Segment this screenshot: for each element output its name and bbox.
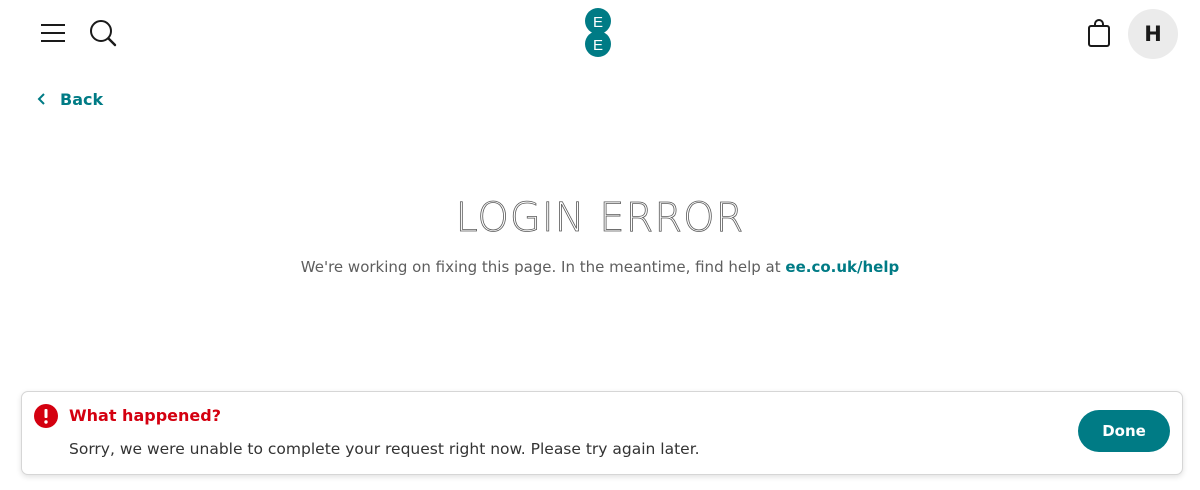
- help-link[interactable]: ee.co.uk/help: [785, 258, 899, 276]
- logo-letter-top: E: [593, 14, 603, 31]
- notification-message: Sorry, we were unable to complete your r…: [69, 440, 700, 458]
- menu-button[interactable]: [36, 17, 70, 49]
- search-button[interactable]: [86, 16, 120, 50]
- ee-logo[interactable]: E E: [583, 8, 613, 58]
- account-avatar[interactable]: H: [1128, 9, 1178, 59]
- notification-title: What happened?: [69, 406, 221, 425]
- error-message-text: We're working on fixing this page. In th…: [300, 258, 781, 276]
- back-link[interactable]: Back: [36, 88, 103, 110]
- hamburger-menu-icon: [41, 24, 65, 42]
- chevron-left-icon: [36, 92, 46, 106]
- logo-letter-bottom: E: [593, 37, 603, 54]
- search-icon: [90, 20, 117, 47]
- page-title: LOGIN ERROR: [455, 195, 745, 242]
- error-notification: What happened? Sorry, we were unable to …: [21, 391, 1183, 475]
- shopping-bag-icon: [1088, 19, 1110, 47]
- basket-button[interactable]: [1082, 16, 1116, 50]
- done-button[interactable]: Done: [1078, 410, 1170, 452]
- alert-icon: [34, 404, 58, 428]
- site-header: E E H: [0, 0, 1200, 66]
- error-message: We're working on fixing this page. In th…: [0, 258, 1200, 276]
- back-label: Back: [60, 89, 104, 109]
